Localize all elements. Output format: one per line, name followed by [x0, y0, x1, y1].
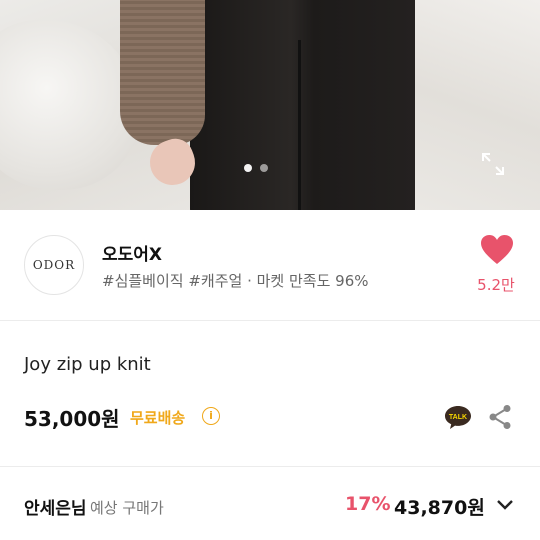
- expand-icon[interactable]: [480, 151, 506, 177]
- free-shipping-label: 무료배송: [130, 409, 186, 427]
- info-icon[interactable]: i: [202, 407, 220, 425]
- talk-label: TALK: [449, 414, 467, 421]
- product-price: 53,000원: [24, 407, 120, 431]
- carousel-dot-1[interactable]: [244, 164, 252, 172]
- discount-rate: 17%: [345, 493, 391, 515]
- section-divider: [0, 320, 540, 321]
- store-tags: #심플베이직 #캐주얼 · 마켓 만족도 96%: [102, 272, 369, 290]
- knit-sleeve: [120, 0, 205, 145]
- store-logo[interactable]: ODOR: [24, 235, 84, 295]
- expected-price: 43,870원: [394, 497, 485, 519]
- carousel-dot-2[interactable]: [260, 164, 268, 172]
- like-count: 5.2만: [477, 276, 515, 294]
- pillow: [0, 20, 140, 190]
- black-pants: [190, 0, 415, 210]
- kakao-talk-icon[interactable]: TALK: [444, 404, 472, 430]
- heart-icon[interactable]: [480, 234, 514, 266]
- section-divider: [0, 466, 540, 467]
- product-name: Joy zip up knit: [24, 354, 151, 375]
- member-name: 안세은님: [24, 499, 87, 519]
- chevron-down-icon[interactable]: [496, 498, 514, 512]
- share-icon[interactable]: [488, 404, 512, 430]
- expected-price-label: 예상 구매가: [90, 499, 164, 517]
- store-section: ODOR 오도어X #심플베이직 #캐주얼 · 마켓 만족도 96% 5.2만: [0, 210, 540, 320]
- product-image[interactable]: [0, 0, 540, 210]
- store-name[interactable]: 오도어X: [102, 240, 162, 265]
- carousel-indicator: [244, 164, 268, 172]
